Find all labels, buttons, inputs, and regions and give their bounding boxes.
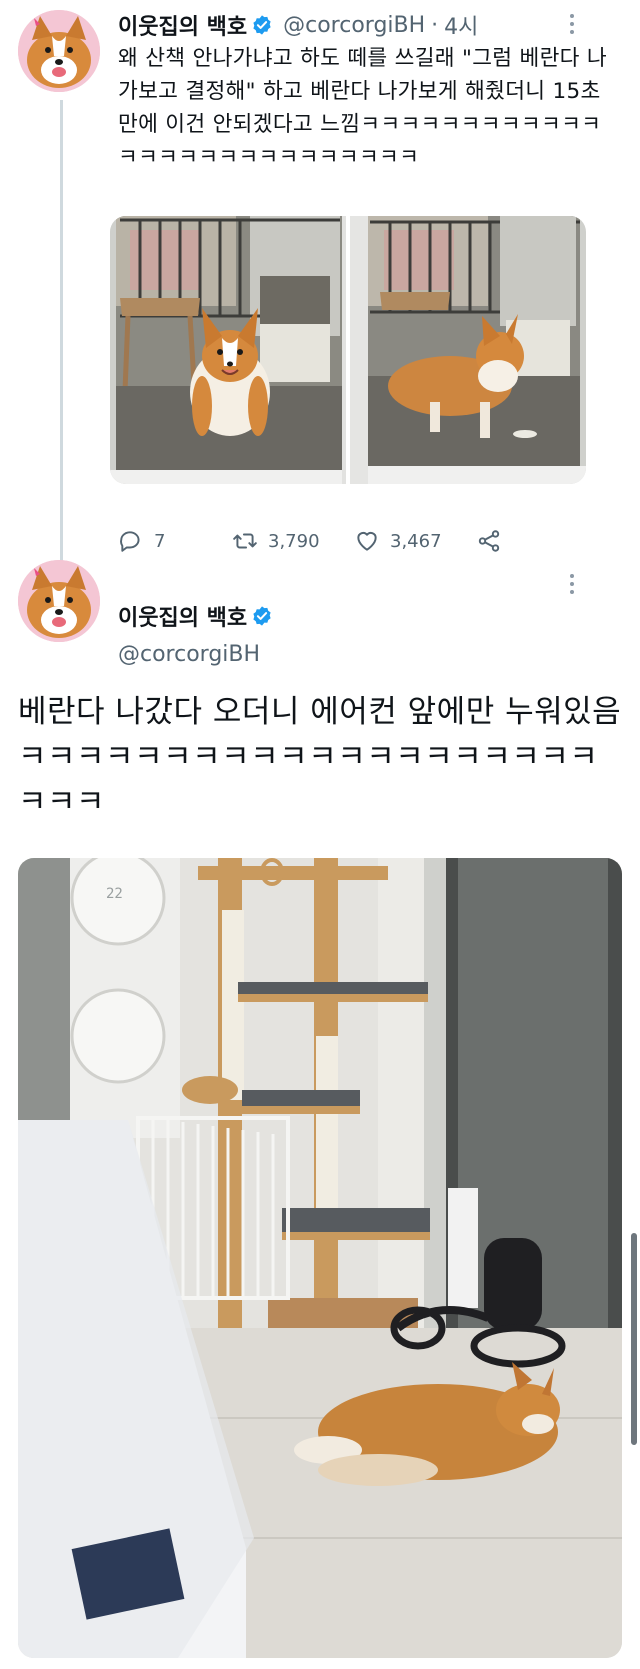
tweet-text: 왜 산책 안나가냐고 하도 떼를 쓰길래 "그럼 베란다 나가보고 결정해" 하… xyxy=(118,46,607,170)
reply-button[interactable]: 7 xyxy=(118,528,165,554)
heart-icon xyxy=(357,531,377,551)
tweet-photo-corgi-turned-away[interactable] xyxy=(350,216,586,484)
retweet-button[interactable]: 3,790 xyxy=(232,528,320,554)
like-button[interactable]: 3,467 xyxy=(354,528,442,554)
author-handle[interactable]: @corcorgiBH xyxy=(283,13,425,38)
author-handle-2[interactable]: @corcorgiBH xyxy=(118,642,260,667)
tweet-header: 이웃집의 백호 @corcorgiBH · 4시 xyxy=(118,9,478,41)
share-icon xyxy=(478,530,500,552)
verified-badge-icon xyxy=(253,15,271,35)
more-icon-2[interactable] xyxy=(562,572,582,596)
author-name[interactable]: 이웃집의 백호 xyxy=(118,9,247,41)
like-count: 3,467 xyxy=(390,530,442,552)
ac-temperature-display: 22 xyxy=(106,886,123,902)
reply-count: 7 xyxy=(154,530,166,552)
tweet-timestamp[interactable]: 4시 xyxy=(444,9,478,41)
author-name-2[interactable]: 이웃집의 백호 xyxy=(118,600,247,632)
author-avatar-2[interactable] xyxy=(18,560,100,642)
reply-icon xyxy=(120,531,140,552)
tweet-action-bar: 7 3,790 3,467 xyxy=(118,528,538,558)
retweet-icon xyxy=(233,533,257,549)
thread-connector-line xyxy=(60,100,63,588)
tweet-photo-corgi-lying-by-ac[interactable]: 22 xyxy=(18,858,622,1658)
tweet2-author-row: 이웃집의 백호 xyxy=(118,600,273,632)
page-scrollbar[interactable] xyxy=(631,1233,637,1445)
more-icon[interactable] xyxy=(562,12,582,36)
verified-badge-icon xyxy=(253,606,271,626)
meta-separator: · xyxy=(431,12,439,38)
tweet2-text: 베란다 나갔다 오더니 에어컨 앞에만 누워있음ㅋㅋㅋㅋㅋㅋㅋㅋㅋㅋㅋㅋㅋㅋㅋㅋ… xyxy=(18,694,622,820)
share-button[interactable] xyxy=(476,528,502,554)
retweet-count: 3,790 xyxy=(268,530,320,552)
tweet-photo-corgi-sitting[interactable] xyxy=(110,216,346,484)
author-avatar[interactable] xyxy=(18,10,100,92)
